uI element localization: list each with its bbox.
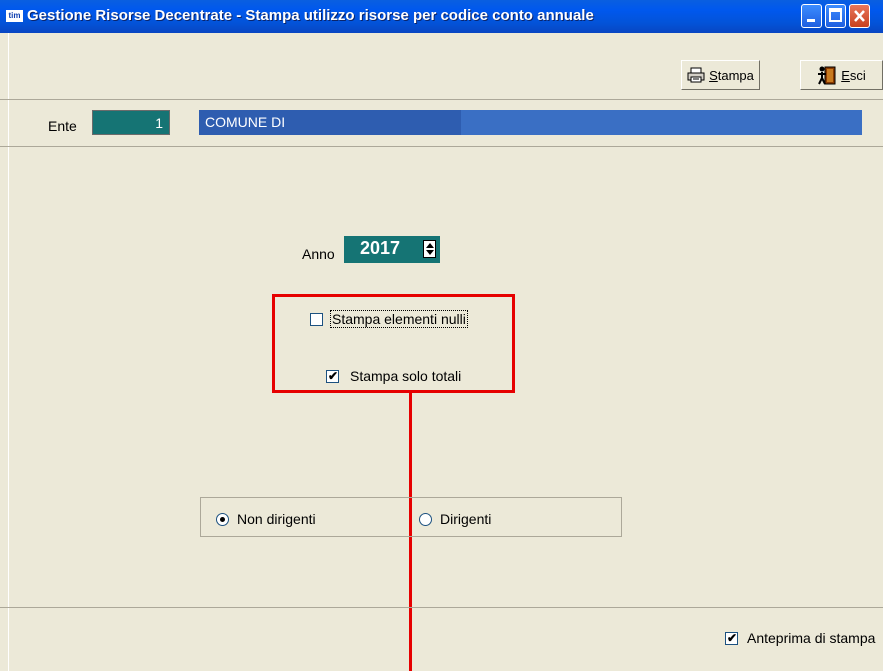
ente-name-field: COMUNE DI xyxy=(199,110,862,135)
spin-up-icon[interactable] xyxy=(425,243,434,248)
printer-icon xyxy=(687,67,705,83)
non-dirigenti-radio[interactable] xyxy=(216,513,229,526)
esci-label: Esci xyxy=(841,67,866,83)
toolbar: Stampa Esci xyxy=(0,33,883,100)
anno-label: Anno xyxy=(302,246,335,262)
stampa-button[interactable]: Stampa xyxy=(681,60,760,90)
title-bar[interactable]: tim Gestione Risorse Decentrate - Stampa… xyxy=(0,0,883,33)
checkmark-icon: ✔ xyxy=(727,631,738,645)
annotation-highlight-box xyxy=(272,294,515,393)
anno-spin-buttons[interactable] xyxy=(423,240,436,258)
anteprima-label: Anteprima di stampa xyxy=(747,630,876,646)
ente-code-field[interactable]: 1 xyxy=(92,110,170,135)
anno-value: 2017 xyxy=(360,238,401,258)
close-button[interactable] xyxy=(849,4,870,28)
anno-spinner[interactable]: 2017 xyxy=(344,236,440,263)
dirigenti-radio[interactable] xyxy=(419,513,432,526)
minimize-button[interactable] xyxy=(801,4,822,28)
dirigenti-label: Dirigenti xyxy=(440,511,492,527)
ente-name-text: COMUNE DI xyxy=(205,114,286,130)
stampa-label: Stampa xyxy=(709,67,754,83)
radio-selected-dot xyxy=(220,517,225,522)
window-title: Gestione Risorse Decentrate - Stampa uti… xyxy=(27,7,594,24)
anteprima-checkbox[interactable]: ✔ xyxy=(725,631,738,645)
close-icon xyxy=(854,10,865,22)
spin-down-icon[interactable] xyxy=(425,250,434,255)
ente-label: Ente xyxy=(48,118,77,134)
maximize-button[interactable] xyxy=(825,4,846,28)
maximize-icon xyxy=(829,8,842,22)
exit-door-icon xyxy=(817,65,837,85)
minimize-icon xyxy=(807,19,815,22)
app-icon: tim xyxy=(6,10,23,22)
esci-button[interactable]: Esci xyxy=(800,60,883,90)
non-dirigenti-label: Non dirigenti xyxy=(237,511,316,527)
categoria-radio-group: Non dirigenti Dirigenti xyxy=(200,497,622,537)
